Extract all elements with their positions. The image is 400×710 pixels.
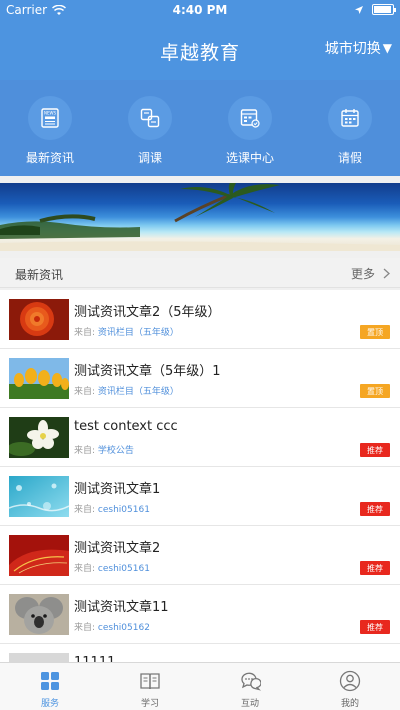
newspaper-icon: NEWS — [28, 96, 72, 140]
top-badge: 置顶 — [360, 325, 390, 339]
course-select-icon — [228, 96, 272, 140]
news-item[interactable]: 测试资讯文章1 来自: ceshi05161 推荐 — [0, 467, 400, 526]
news-meta: 来自: ceshi05161 — [74, 561, 150, 574]
swap-schedule-icon — [128, 96, 172, 140]
recommend-badge: 推荐 — [360, 620, 390, 634]
quick-action-label: 请假 — [337, 151, 362, 165]
tab-label: 服务 — [40, 699, 59, 709]
source-prefix: 来自: — [74, 328, 96, 338]
section-title: 最新资讯 — [15, 268, 64, 282]
quick-action-course-center[interactable]: 选课中心 — [200, 80, 300, 176]
tab-label: 学习 — [140, 699, 159, 709]
news-source-link[interactable]: 资讯栏目（五年级） — [98, 387, 179, 397]
recommend-badge: 推荐 — [360, 502, 390, 516]
source-prefix: 来自: — [74, 387, 96, 397]
calendar-leave-icon — [328, 96, 372, 140]
source-prefix: 来自: — [74, 623, 96, 633]
chat-icon — [241, 672, 261, 691]
chevron-right-icon — [383, 268, 390, 279]
more-label: 更多 — [350, 267, 375, 281]
news-meta: 来自: ceshi05162 — [74, 620, 150, 633]
tab-profile[interactable]: 我的 — [300, 663, 400, 710]
news-thumbnail — [9, 299, 69, 340]
recommend-badge: 推荐 — [360, 443, 390, 457]
news-item[interactable]: 测试资讯文章2 来自: ceshi05161 推荐 — [0, 526, 400, 585]
quick-action-news[interactable]: NEWS 最新资讯 — [0, 80, 100, 176]
tab-interaction[interactable]: 互动 — [200, 663, 300, 710]
news-title: 测试资讯文章11 — [74, 600, 169, 615]
top-badge: 置顶 — [360, 384, 390, 398]
news-source-link[interactable]: ceshi05161 — [98, 564, 150, 574]
quick-action-leave[interactable]: 请假 — [300, 80, 400, 176]
news-item[interactable]: 11111 — [0, 644, 400, 662]
user-icon — [339, 670, 361, 692]
quick-action-label: 调课 — [137, 151, 162, 165]
news-title: 测试资讯文章（5年级）1 — [74, 364, 221, 379]
news-item[interactable]: 测试资讯文章2（5年级） 来自: 资讯栏目（五年级） 置顶 — [0, 290, 400, 349]
news-meta: 来自: 学校公告 — [74, 443, 134, 456]
news-source-link[interactable]: ceshi05161 — [98, 505, 150, 515]
clock: 4:40 PM — [172, 3, 228, 17]
news-title: 测试资讯文章2（5年级） — [74, 305, 221, 320]
news-thumbnail — [9, 417, 69, 458]
source-prefix: 来自: — [74, 564, 96, 574]
book-icon — [140, 673, 160, 690]
status-bar: Carrier 4:40 PM — [0, 0, 400, 22]
recommend-badge: 推荐 — [360, 561, 390, 575]
location-arrow-icon — [355, 5, 363, 14]
news-thumbnail — [9, 653, 69, 662]
news-title: 11111 — [74, 655, 115, 662]
news-meta: 来自: 资讯栏目（五年级） — [74, 325, 179, 338]
news-item[interactable]: test context ccc 来自: 学校公告 推荐 — [0, 408, 400, 467]
quick-action-reschedule[interactable]: 调课 — [100, 80, 200, 176]
city-switch-button[interactable]: 城市切换 ▼ — [325, 38, 392, 58]
quick-actions: NEWS 最新资讯 调课 选课中心 请假 — [0, 80, 400, 176]
tab-bar: 服务 学习 互动 我的 — [0, 662, 400, 710]
news-source-link[interactable]: ceshi05162 — [98, 623, 150, 633]
quick-action-label: 选课中心 — [225, 151, 274, 165]
navigation-bar: 卓越教育 城市切换 ▼ — [0, 22, 400, 80]
news-item[interactable]: 测试资讯文章11 来自: ceshi05162 推荐 — [0, 585, 400, 644]
source-prefix: 来自: — [74, 505, 96, 515]
tab-label: 互动 — [240, 699, 259, 709]
news-title: 测试资讯文章1 — [74, 482, 161, 497]
news-thumbnail — [9, 358, 69, 399]
news-thumbnail — [9, 594, 69, 635]
tab-label: 我的 — [340, 699, 359, 709]
news-list: 测试资讯文章2（5年级） 来自: 资讯栏目（五年级） 置顶 测试资讯文章（5年级… — [0, 290, 400, 662]
news-title: test context ccc — [74, 419, 178, 434]
news-meta: 来自: ceshi05161 — [74, 502, 150, 515]
news-thumbnail — [9, 535, 69, 576]
news-thumbnail — [9, 476, 69, 517]
source-prefix: 来自: — [74, 446, 96, 456]
tab-study[interactable]: 学习 — [100, 663, 200, 710]
tab-service[interactable]: 服务 — [0, 663, 100, 710]
grid-icon — [41, 672, 59, 690]
news-section-header: 最新资讯 更多 — [0, 258, 400, 288]
city-switch-label: 城市切换 — [324, 41, 381, 57]
news-source-link[interactable]: 学校公告 — [98, 446, 134, 456]
promo-banner[interactable] — [0, 183, 400, 251]
news-item[interactable]: 测试资讯文章（5年级）1 来自: 资讯栏目（五年级） 置顶 — [0, 349, 400, 408]
quick-action-label: 最新资讯 — [25, 151, 74, 165]
more-news-link[interactable]: 更多 — [351, 265, 390, 282]
dropdown-arrow-icon: ▼ — [382, 41, 392, 55]
news-title: 测试资讯文章2 — [74, 541, 161, 556]
news-source-link[interactable]: 资讯栏目（五年级） — [98, 328, 179, 338]
battery-icon — [372, 4, 396, 15]
news-badge-text: NEWS — [44, 111, 56, 116]
news-meta: 来自: 资讯栏目（五年级） — [74, 384, 179, 397]
beach-palm-image — [0, 183, 400, 251]
